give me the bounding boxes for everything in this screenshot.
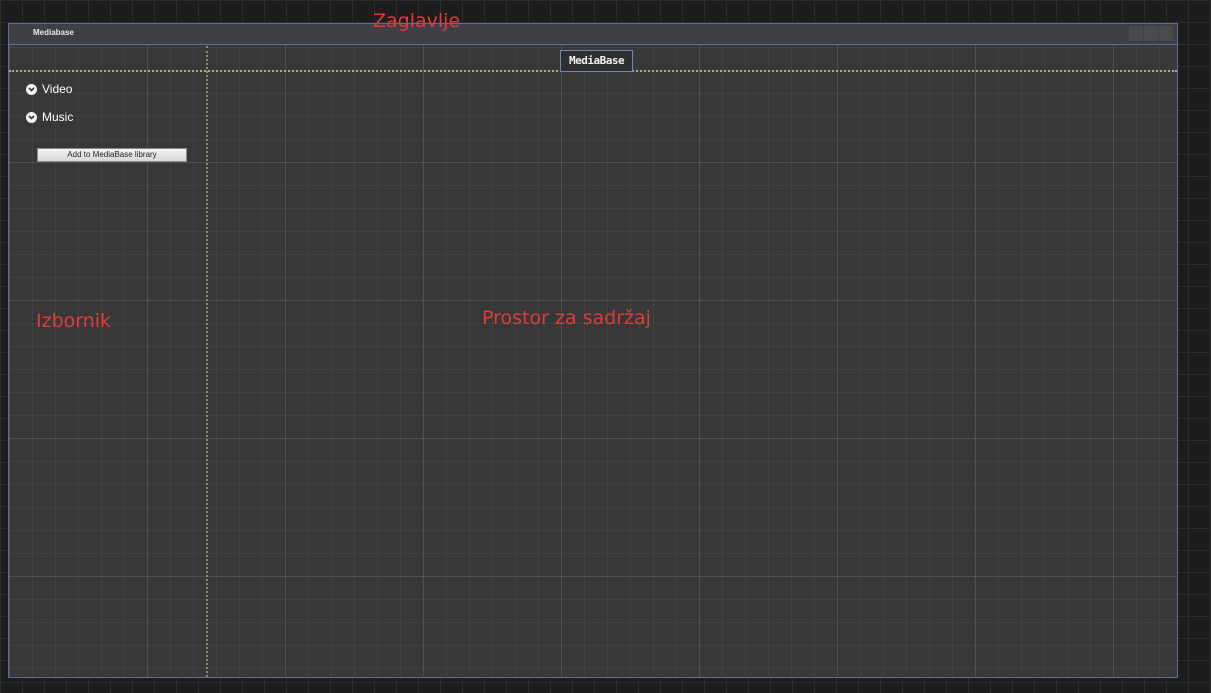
app-window: Mediabase MediaBase Video Music Add to M… <box>8 23 1178 678</box>
design-canvas: Mediabase MediaBase Video Music Add to M… <box>0 0 1211 693</box>
window-caption-buttons <box>1129 26 1173 41</box>
chevron-down-icon <box>26 111 37 123</box>
header-app-title: MediaBase <box>560 50 634 72</box>
menu-annotation: Izbornik <box>36 310 112 332</box>
close-button[interactable] <box>1159 26 1173 41</box>
content-annotation: Prostor za sadržaj <box>482 307 651 329</box>
add-to-library-button[interactable]: Add to MediaBase library <box>37 148 187 162</box>
menu-item-label: Video <box>42 82 73 96</box>
menu-item-video[interactable]: Video <box>26 82 72 96</box>
sidebar-divider <box>206 46 208 677</box>
window-titlebar: Mediabase <box>9 24 1177 45</box>
chevron-down-icon <box>26 83 37 95</box>
menu-item-label: Music <box>42 110 74 124</box>
window-title: Mediabase <box>33 28 74 37</box>
maximize-button[interactable] <box>1144 26 1158 41</box>
header-annotation: Zaglavlje <box>373 10 461 32</box>
minimize-button[interactable] <box>1129 26 1143 41</box>
menu-item-music[interactable]: Music <box>26 110 73 124</box>
